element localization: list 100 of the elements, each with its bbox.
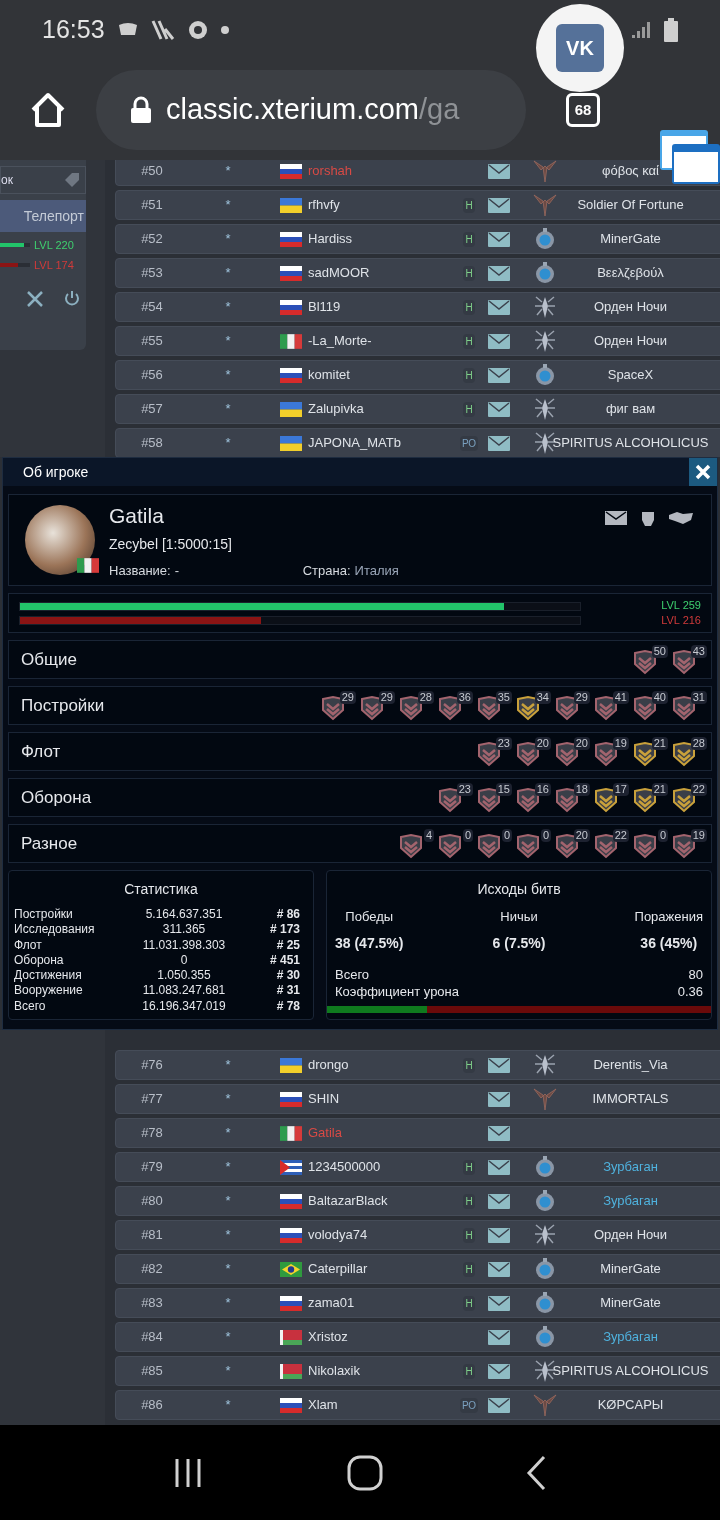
table-row[interactable]: #81 * volodya74 Н Орден Ночи xyxy=(115,1220,720,1250)
table-row[interactable]: #50 * rorshah φόβος καί xyxy=(115,160,720,186)
mail-icon[interactable] xyxy=(488,1261,510,1277)
player-name[interactable]: drongo xyxy=(308,1055,458,1075)
mail-icon[interactable] xyxy=(488,1227,510,1243)
player-name[interactable]: volodya74 xyxy=(308,1225,458,1245)
player-name[interactable]: Nikolaxik xyxy=(308,1361,458,1381)
alliance-name[interactable]: KØPCAPЫ xyxy=(597,1395,664,1415)
table-row[interactable]: #57 * Zalupivka Н фиг вам xyxy=(115,394,720,424)
close-button[interactable] xyxy=(689,458,717,486)
star-text: * xyxy=(225,298,231,317)
player-name[interactable]: sadMOOR xyxy=(308,263,458,283)
name-value: - xyxy=(174,561,181,580)
alliance-name[interactable]: Зурбаган xyxy=(603,1191,658,1211)
alliance-name[interactable]: MinerGate xyxy=(600,1293,661,1313)
alliance-name[interactable]: SpaceX xyxy=(607,365,654,385)
player-name[interactable]: zama01 xyxy=(308,1293,458,1313)
mail-icon[interactable] xyxy=(605,511,627,525)
mail-icon[interactable] xyxy=(488,1091,510,1107)
flag-icon xyxy=(280,265,302,281)
alliance-name[interactable]: SPIRITUS ALCOHOLICUS xyxy=(552,433,709,453)
table-row[interactable]: #82 * Caterpillar Н MinerGate xyxy=(115,1254,720,1284)
player-name[interactable]: 1234500000 xyxy=(308,1157,458,1177)
rank-text: #77 xyxy=(140,1090,164,1109)
orb-emblem-icon xyxy=(533,261,557,285)
star-text: * xyxy=(225,400,231,419)
medal-count: 19 xyxy=(612,736,629,750)
mail-icon[interactable] xyxy=(488,1397,510,1413)
mail-icon[interactable] xyxy=(488,1295,510,1311)
table-row[interactable]: #55 * -La_Morte- Н Орден Ночи xyxy=(115,326,720,356)
mail-icon[interactable] xyxy=(488,1057,510,1073)
player-name[interactable]: JAPONA_MATb xyxy=(308,433,458,453)
windows-icon[interactable] xyxy=(660,130,720,184)
home-icon[interactable] xyxy=(347,1454,383,1491)
stat-rank: # 30 xyxy=(275,968,301,984)
outcome-value: 38 (47.5%) xyxy=(335,933,404,953)
star-text: * xyxy=(225,264,231,283)
table-row[interactable]: #52 * Hardiss Н MinerGate xyxy=(115,224,720,254)
mail-icon[interactable] xyxy=(488,1363,510,1379)
table-row[interactable]: #84 * Xristoz Зурбаган xyxy=(115,1322,720,1352)
player-name[interactable]: Hardiss xyxy=(308,229,458,249)
table-row[interactable]: #86 * Xlam РО KØPCAPЫ xyxy=(115,1390,720,1420)
mail-icon[interactable] xyxy=(488,163,510,179)
player-name[interactable]: Xlam xyxy=(308,1395,458,1415)
player-name[interactable]: rfhvfy xyxy=(308,195,458,215)
table-row[interactable]: #78 * Gatila xyxy=(115,1118,720,1148)
alliance-name[interactable]: Βεελζεβούλ xyxy=(597,263,664,283)
table-row[interactable]: #53 * sadMOOR Н Βεελζεβούλ xyxy=(115,258,720,288)
mail-icon[interactable] xyxy=(488,435,510,451)
alliance-name[interactable]: SPIRITUS ALCOHOLICUS xyxy=(552,1361,709,1381)
player-name[interactable]: Bl119 xyxy=(308,297,458,317)
mail-icon[interactable] xyxy=(488,367,510,383)
alliance-name[interactable]: MinerGate xyxy=(600,1259,661,1279)
alliance-name[interactable]: Зурбаган xyxy=(603,1327,658,1347)
table-row[interactable]: #85 * Nikolaxik Н SPIRITUS ALCOHOLICUS xyxy=(115,1356,720,1386)
alliance-name[interactable]: Орден Ночи xyxy=(594,331,667,351)
mail-icon[interactable] xyxy=(488,265,510,281)
alliance-name[interactable]: Орден Ночи xyxy=(594,297,667,317)
mail-icon[interactable] xyxy=(488,401,510,417)
player-name[interactable]: Xristoz xyxy=(308,1327,458,1347)
table-row[interactable]: #77 * SHIN IMMORTALS xyxy=(115,1084,720,1114)
mail-icon[interactable] xyxy=(488,1159,510,1175)
table-row[interactable]: #58 * JAPONA_MATb РО SPIRITUS ALCOHOLICUS xyxy=(115,428,720,457)
mail-icon[interactable] xyxy=(488,1125,510,1141)
planet-coordinates[interactable]: Zecybel [1:5000:15] xyxy=(109,533,399,555)
alliance-name[interactable]: Зурбаган xyxy=(603,1157,658,1177)
tab-count-button[interactable]: 68 xyxy=(566,93,600,127)
table-row[interactable]: #83 * zama01 Н MinerGate xyxy=(115,1288,720,1318)
flag-icon xyxy=(280,435,302,451)
alliance-name[interactable]: φόβος καί xyxy=(602,161,659,181)
stat-rank: # 25 xyxy=(275,937,301,953)
alliance-name[interactable]: IMMORTALS xyxy=(592,1089,669,1109)
table-row[interactable]: #54 * Bl119 Н Орден Ночи xyxy=(115,292,720,322)
player-name[interactable]: komitet xyxy=(308,365,458,385)
alliance-name[interactable]: фиг вам xyxy=(605,399,656,419)
alliance-name[interactable]: Derentis_Via xyxy=(593,1055,668,1075)
player-name[interactable]: SHIN xyxy=(308,1089,458,1109)
mail-icon[interactable] xyxy=(488,1329,510,1345)
teleport-button[interactable]: Телепорт xyxy=(0,200,86,232)
mail-icon[interactable] xyxy=(488,231,510,247)
player-name[interactable]: BaltazarBlack xyxy=(308,1191,458,1211)
table-row[interactable]: #51 * rfhvfy Н Soldier Of Fortune xyxy=(115,190,720,220)
mail-icon[interactable] xyxy=(488,299,510,315)
mail-icon[interactable] xyxy=(488,1193,510,1209)
player-name[interactable]: Zalupivka xyxy=(308,399,458,419)
table-row[interactable]: #56 * komitet Н SpaceX xyxy=(115,360,720,390)
alliance-name[interactable]: MinerGate xyxy=(600,229,661,249)
mail-icon[interactable] xyxy=(488,333,510,349)
mail-icon[interactable] xyxy=(488,197,510,213)
power-icon[interactable] xyxy=(64,290,80,306)
player-name[interactable]: Caterpillar xyxy=(308,1259,458,1279)
alliance-name[interactable]: Орден Ночи xyxy=(594,1225,667,1245)
flag-icon xyxy=(280,299,302,315)
alliance-name[interactable]: Soldier Of Fortune xyxy=(577,195,684,215)
table-row[interactable]: #80 * BaltazarBlack Н Зурбаган xyxy=(115,1186,720,1216)
status-badge: Н xyxy=(463,333,475,349)
player-name[interactable]: -La_Morte- xyxy=(308,331,458,351)
address-bar[interactable]: classic.xterium.com/ga xyxy=(96,70,526,150)
table-row[interactable]: #79 * 1234500000 Н Зурбаган xyxy=(115,1152,720,1182)
table-row[interactable]: #76 * drongo Н Derentis_Via xyxy=(115,1050,720,1080)
